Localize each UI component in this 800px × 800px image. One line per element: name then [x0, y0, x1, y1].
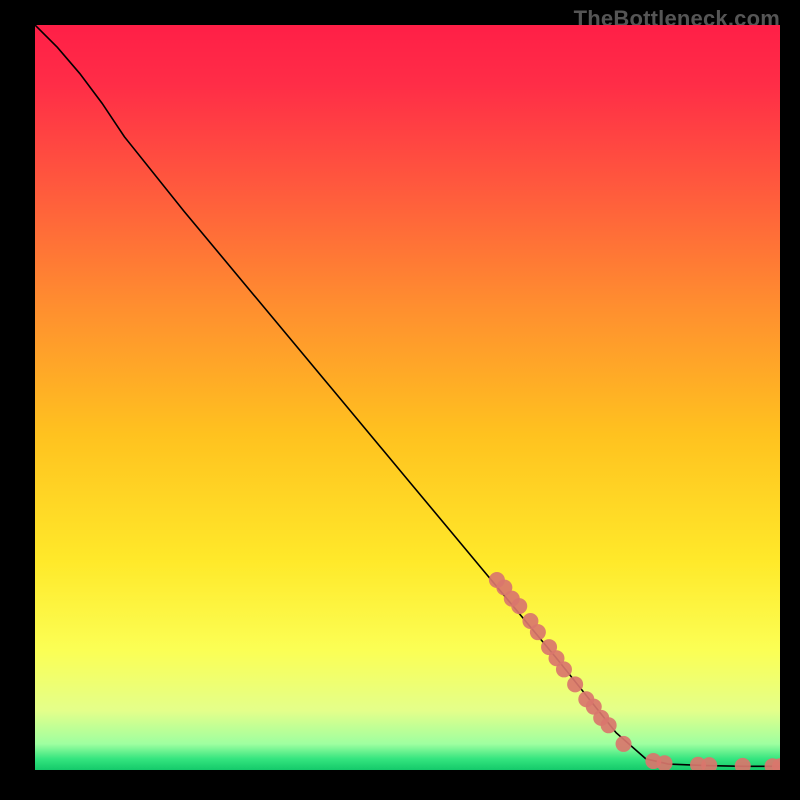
chart-frame: TheBottleneck.com — [0, 0, 800, 800]
scatter-point — [601, 717, 617, 733]
scatter-point — [567, 676, 583, 692]
scatter-point — [616, 736, 632, 752]
scatter-point — [511, 598, 527, 614]
scatter-point — [556, 661, 572, 677]
plot-area — [35, 25, 780, 770]
chart-svg — [35, 25, 780, 770]
scatter-point — [530, 624, 546, 640]
gradient-background — [35, 25, 780, 770]
